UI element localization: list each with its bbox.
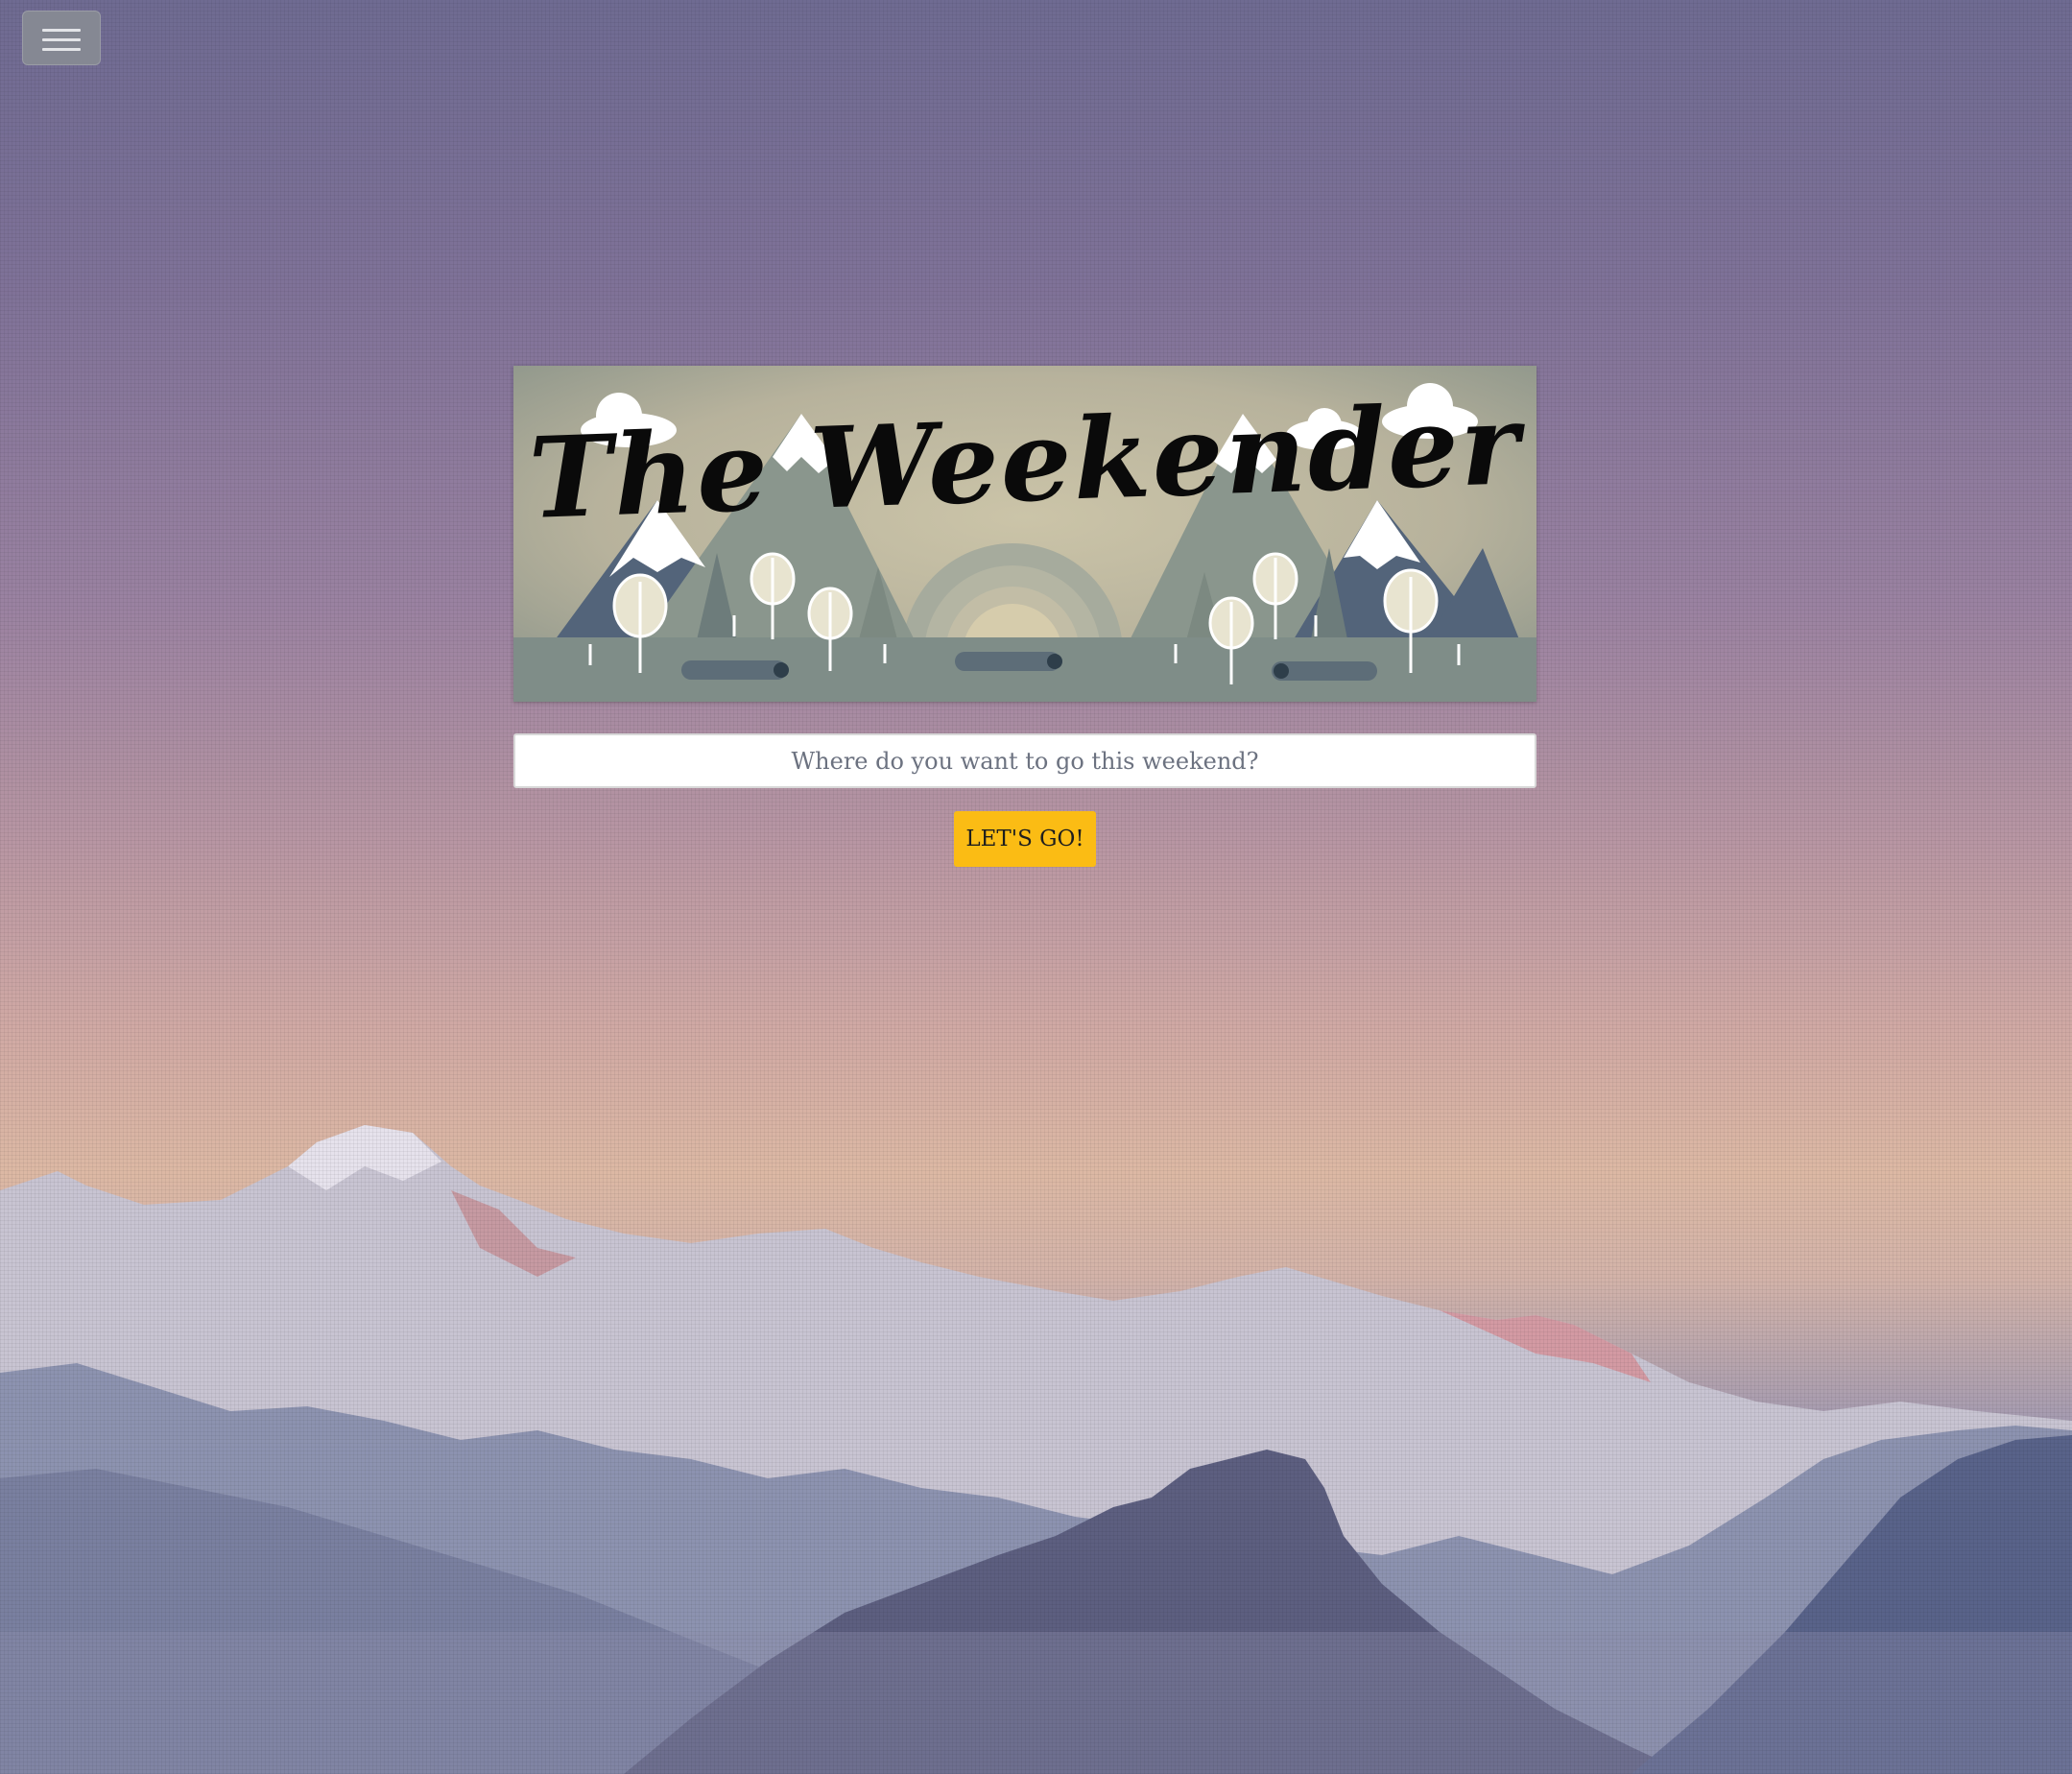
page-background: The Weekender LET'S GO! <box>0 0 2072 1774</box>
mountain-background-image <box>0 1125 2072 1774</box>
menu-toggle-button[interactable] <box>22 11 101 65</box>
destination-search-input[interactable] <box>513 733 1536 788</box>
banner-title: The Weekender <box>527 379 1523 544</box>
lets-go-button[interactable]: LET'S GO! <box>954 811 1096 867</box>
hero-banner: The Weekender <box>513 366 1536 702</box>
